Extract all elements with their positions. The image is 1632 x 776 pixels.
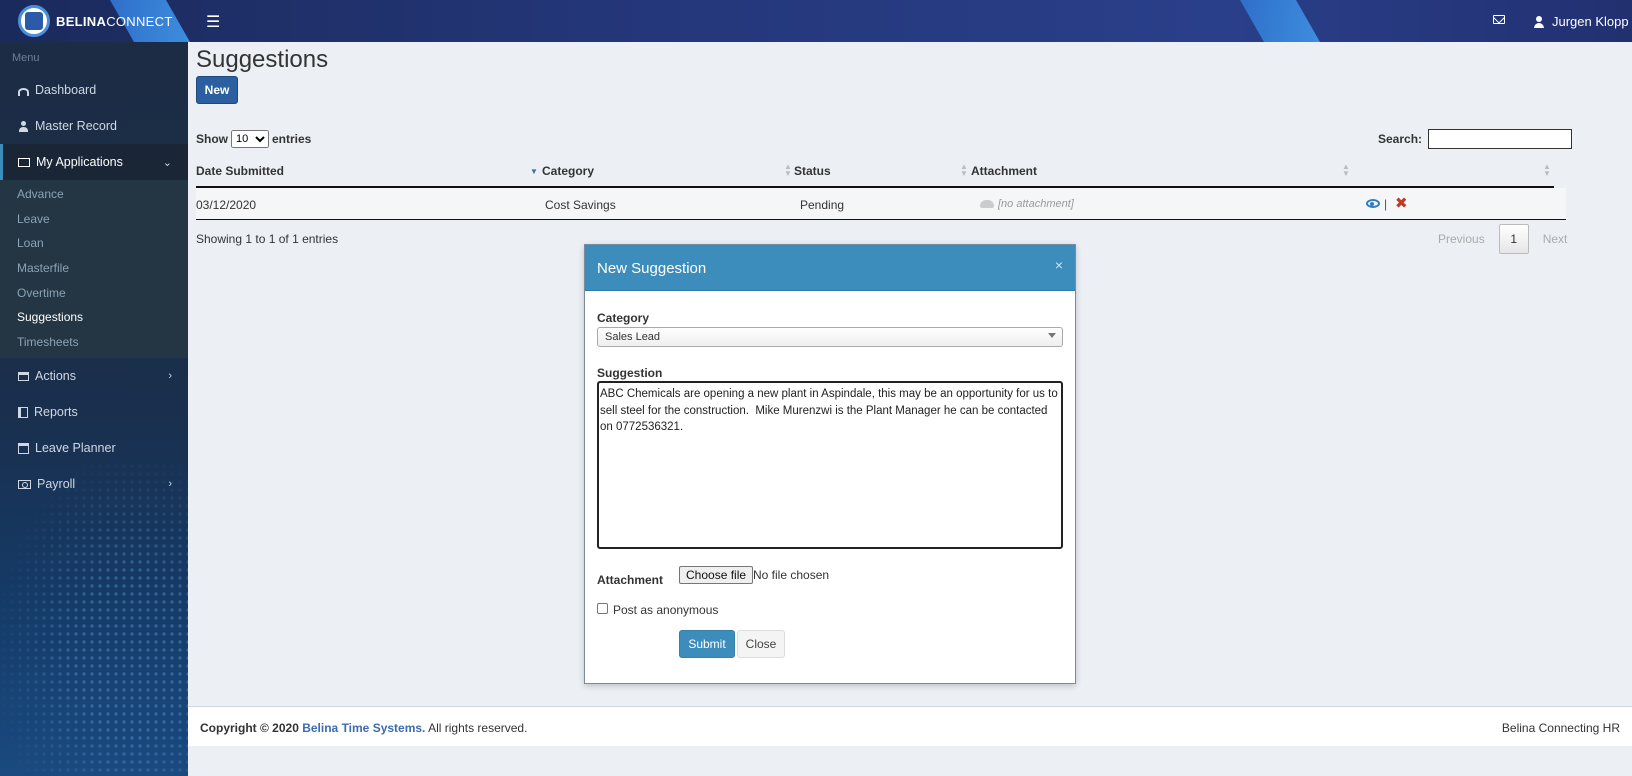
submenu-item-timesheets[interactable]: Timesheets	[0, 330, 188, 355]
header-accent-right	[1240, 0, 1320, 42]
money-icon	[18, 479, 31, 489]
entries-select[interactable]: 10	[231, 130, 269, 148]
book-icon	[18, 406, 28, 418]
table-header: Date Submitted ▼ Category ▲ ▼ Status ▲ ▼ A…	[196, 154, 1554, 188]
submenu-item-loan[interactable]: Loan	[0, 231, 188, 256]
sidebar-background-graphic	[0, 462, 188, 776]
search-input[interactable]	[1428, 129, 1573, 149]
suggestion-label: Suggestion	[597, 366, 663, 380]
table-row: 03/12/2020 Cost Savings Pending [no atta…	[196, 188, 1566, 220]
sidebar: Menu Dashboard Master Record My Applicat…	[0, 42, 188, 776]
column-header-date[interactable]: Date Submitted	[196, 164, 284, 178]
dashboard-icon	[18, 87, 29, 96]
pagination: Previous 1 Next	[1424, 224, 1581, 254]
column-header-category[interactable]: Category	[542, 164, 594, 178]
sidebar-item-master-record[interactable]: Master Record	[0, 108, 188, 144]
category-label: Category	[597, 311, 650, 325]
suggestions-table: Date Submitted ▼ Category ▲ ▼ Status ▲ ▼ A…	[196, 154, 1632, 220]
company-link[interactable]: Belina Time Systems.	[302, 721, 425, 735]
footer: Copyright © 2020 Belina Time Systems. Al…	[188, 706, 1632, 746]
submenu-item-advance[interactable]: Advance	[0, 182, 188, 207]
sidebar-item-leave-planner[interactable]: Leave Planner	[0, 430, 188, 466]
previous-page-button[interactable]: Previous	[1424, 232, 1499, 246]
sort-icon: ▲ ▼	[1342, 162, 1350, 178]
chevron-right-icon: ›	[168, 478, 172, 491]
submit-button[interactable]: Submit	[679, 630, 735, 658]
close-button[interactable]: Close	[737, 630, 785, 658]
category-select[interactable]: Sales Lead	[597, 327, 1063, 347]
file-status: No file chosen	[753, 568, 830, 582]
choose-file-button[interactable]: Choose file	[679, 566, 754, 584]
menu-toggle-icon[interactable]: ☰	[206, 12, 220, 32]
sidebar-item-my-applications[interactable]: My Applications ⌄	[0, 144, 188, 180]
chevron-down-icon: ⌄	[162, 157, 172, 169]
column-header-status[interactable]: Status	[794, 164, 831, 178]
page-title: Suggestions	[196, 46, 329, 73]
cell-category: Cost Savings	[545, 198, 616, 212]
cloud-upload-icon	[980, 200, 994, 209]
user-name: Jurgen Klopp	[1552, 14, 1629, 29]
submenu-item-masterfile[interactable]: Masterfile	[0, 256, 188, 281]
modal-header: New Suggestion ×	[585, 245, 1075, 291]
sort-icon: ▲ ▼	[960, 162, 968, 178]
sidebar-item-dashboard[interactable]: Dashboard	[0, 72, 188, 108]
submenu-item-suggestions[interactable]: Suggestions	[0, 305, 188, 330]
sidebar-item-actions[interactable]: Actions ›	[0, 358, 188, 394]
top-navbar: BELINACONNECT ☰ Jurgen Klopp	[0, 0, 1632, 42]
column-header-attachment[interactable]: Attachment	[971, 164, 1037, 178]
logo-text: BELINACONNECT	[56, 13, 173, 29]
user-icon	[1534, 15, 1544, 28]
suggestion-textarea[interactable]: ABC Chemicals are opening a new plant in…	[597, 381, 1063, 549]
chevron-right-icon: ›	[168, 370, 172, 383]
sidebar-item-reports[interactable]: Reports	[0, 394, 188, 430]
attachment-label: Attachment	[597, 573, 664, 587]
submenu-item-overtime[interactable]: Overtime	[0, 280, 188, 305]
modal-title: New Suggestion	[597, 260, 707, 277]
page-1-button[interactable]: 1	[1498, 224, 1529, 254]
footer-tagline: Belina Connecting HR	[1501, 721, 1620, 735]
next-page-button[interactable]: Next	[1529, 232, 1582, 246]
calendar-icon	[18, 442, 29, 454]
cell-date: 03/12/2020	[196, 198, 257, 212]
app-logo[interactable]: BELINACONNECT	[18, 5, 173, 37]
search-label: Search:	[1378, 132, 1423, 146]
table-info: Showing 1 to 1 of 1 entries	[196, 232, 339, 246]
cell-attachment: [no attachment]	[980, 198, 1074, 210]
sidebar-item-payroll[interactable]: Payroll ›	[0, 466, 188, 502]
submenu-item-leave[interactable]: Leave	[0, 207, 188, 232]
envelope-icon	[18, 157, 30, 167]
view-icon[interactable]	[1366, 199, 1380, 208]
delete-icon[interactable]: ✖	[1395, 194, 1408, 212]
cell-status: Pending	[800, 198, 845, 212]
envelope-icon[interactable]	[1493, 15, 1505, 24]
sort-desc-icon: ▼	[530, 167, 538, 176]
inbox-icon	[18, 371, 29, 381]
user-menu[interactable]: Jurgen Klopp	[1534, 14, 1629, 29]
copyright: Copyright © 2020 Belina Time Systems. Al…	[200, 721, 528, 735]
action-separator: |	[1384, 197, 1388, 211]
entries-length-control: Show 10 entries	[196, 130, 311, 148]
close-icon[interactable]: ×	[1055, 257, 1063, 273]
anonymous-label[interactable]: Post as anonymous	[613, 603, 718, 617]
sort-icon: ▲ ▼	[1543, 162, 1551, 178]
logo-icon	[18, 5, 50, 37]
new-button[interactable]: New	[196, 76, 238, 104]
menu-header: Menu	[12, 52, 40, 64]
anonymous-checkbox[interactable]	[597, 603, 608, 614]
user-icon	[18, 120, 29, 132]
sort-icon: ▲ ▼	[784, 162, 792, 178]
my-applications-submenu: Advance Leave Loan Masterfile Overtime S…	[0, 180, 188, 359]
search-control: Search:	[1378, 129, 1573, 149]
new-suggestion-modal: New Suggestion × Category Sales Lead Sug…	[584, 244, 1076, 684]
dropdown-arrow-icon	[1048, 333, 1056, 338]
